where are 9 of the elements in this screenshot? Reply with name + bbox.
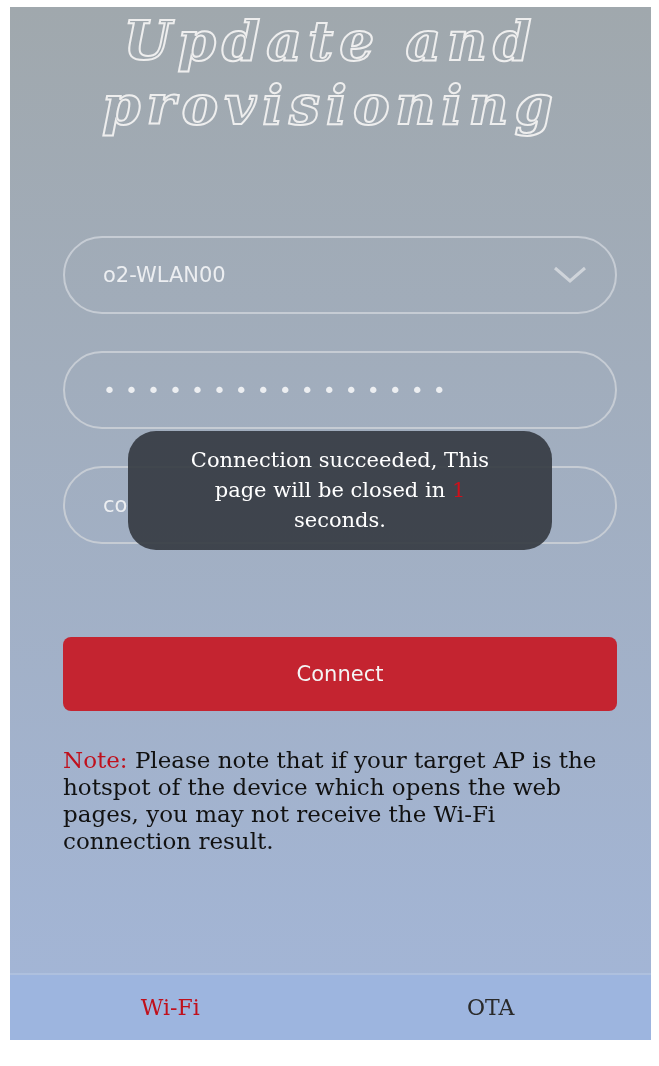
connect-button[interactable]: Connect <box>63 637 617 711</box>
chevron-down-icon <box>553 266 587 284</box>
tab[interactable]: Wi-Fi <box>10 975 331 1040</box>
password-field[interactable]: •••••••••••••••• <box>63 351 617 429</box>
page-title: Update and provisioning <box>101 7 560 139</box>
network-select[interactable]: o2-WLAN00 <box>63 236 617 314</box>
status-toast: Connection succeeded, This page will be closed in 1 seconds. <box>128 431 552 550</box>
note-text: Note: Please note that if your target AP is the hotspot of the device which opens the web pages, you may not receive the Wi-Fi connection result. <box>63 747 598 855</box>
tab[interactable]: OTA <box>330 975 651 1040</box>
